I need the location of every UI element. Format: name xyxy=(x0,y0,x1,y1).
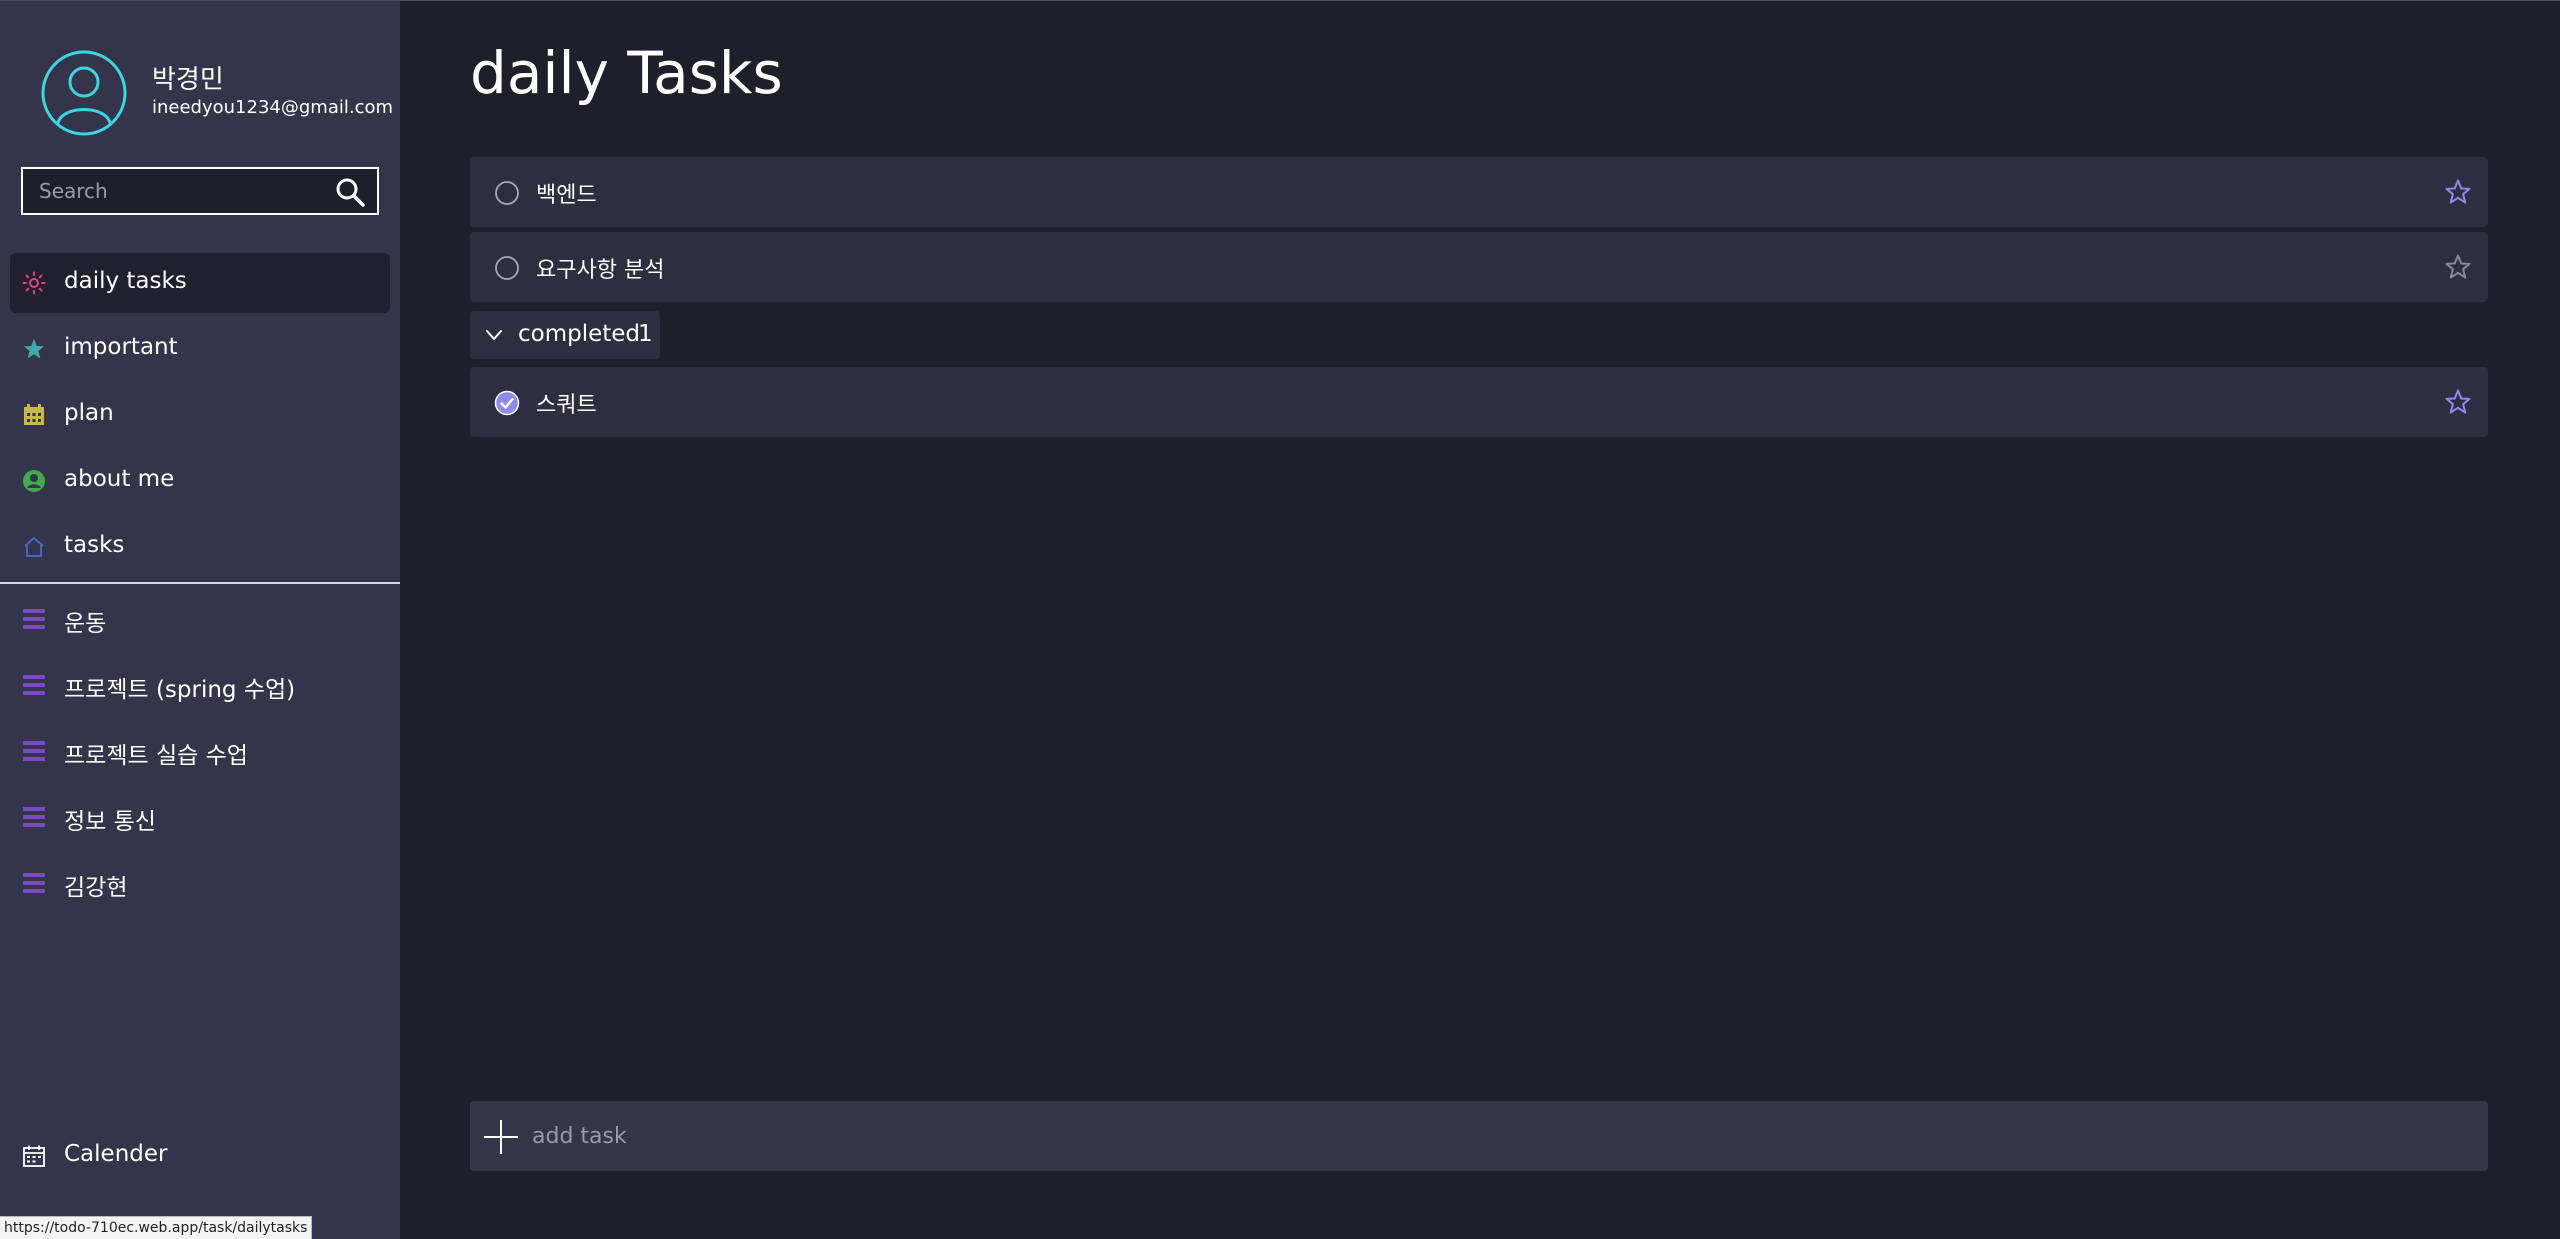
list-icon xyxy=(23,807,45,827)
star-outline-icon[interactable] xyxy=(2444,253,2472,281)
star-outline-icon[interactable] xyxy=(2444,178,2472,206)
calendar-grid-icon xyxy=(24,404,44,425)
status-bar-url: https://todo-710ec.web.app/task/dailytas… xyxy=(0,1216,313,1239)
list-icon xyxy=(23,873,45,893)
user-name: 박경민 xyxy=(152,65,224,95)
sidebar-item-label: 김강현 xyxy=(64,875,128,901)
sidebar-list-item[interactable]: 김강현 xyxy=(10,853,390,913)
task-label: 스쿼트 xyxy=(536,393,597,418)
search-icon[interactable] xyxy=(335,177,365,207)
task-label: 요구사항 분석 xyxy=(536,258,665,283)
checkbox-circle-icon[interactable] xyxy=(494,180,520,206)
completed-section-toggle[interactable]: completed 1 xyxy=(470,311,660,359)
chevron-down-icon xyxy=(486,330,502,340)
list-icon xyxy=(23,741,45,761)
sidebar-list-item[interactable]: 프로젝트 실습 수업 xyxy=(10,721,390,781)
checkbox-checked-icon[interactable] xyxy=(494,390,520,416)
sidebar-item-calendar[interactable]: Calender xyxy=(10,1126,390,1186)
sidebar-item-plan[interactable]: plan xyxy=(10,385,390,445)
search-box xyxy=(21,167,379,215)
sidebar-item-label: 정보 통신 xyxy=(64,809,156,835)
star-icon xyxy=(24,339,44,359)
user-email: ineedyou1234@gmail.com xyxy=(152,97,394,118)
avatar-icon[interactable] xyxy=(40,49,128,137)
star-outline-icon[interactable] xyxy=(2444,388,2472,416)
sidebar-item-label: tasks xyxy=(64,532,125,558)
search-input[interactable] xyxy=(23,169,339,213)
user-circle-icon xyxy=(23,470,45,492)
add-task-input[interactable] xyxy=(532,1101,2432,1171)
add-task-bar xyxy=(470,1101,2488,1171)
sidebar-item-tasks[interactable]: tasks xyxy=(10,517,390,577)
sidebar-list-item[interactable]: 운동 xyxy=(10,589,390,649)
sidebar-item-label: daily tasks xyxy=(64,268,187,294)
task-item-completed[interactable]: 스쿼트 xyxy=(470,367,2488,437)
sidebar-item-label: plan xyxy=(64,400,114,426)
sidebar-item-label: 프로젝트 실습 수업 xyxy=(64,743,248,769)
list-icon xyxy=(23,675,45,695)
sidebar-divider xyxy=(0,582,400,584)
task-item[interactable]: 백엔드 xyxy=(470,157,2488,227)
sidebar-item-label: about me xyxy=(64,466,175,492)
sidebar-list-item[interactable]: 정보 통신 xyxy=(10,787,390,847)
completed-label: completed xyxy=(518,321,641,347)
home-icon xyxy=(24,537,44,557)
sidebar-item-label: 운동 xyxy=(64,611,107,637)
sidebar-item-label: Calender xyxy=(64,1141,168,1167)
sidebar-item-daily-tasks[interactable]: daily tasks xyxy=(10,253,390,313)
task-item[interactable]: 요구사항 분석 xyxy=(470,232,2488,302)
list-icon xyxy=(23,609,45,629)
sun-icon xyxy=(22,271,46,295)
task-label: 백엔드 xyxy=(536,183,597,208)
sidebar-item-label: 프로젝트 (spring 수업) xyxy=(64,677,296,703)
plus-icon[interactable] xyxy=(482,1118,520,1156)
completed-count: 1 xyxy=(638,321,653,347)
checkbox-circle-icon[interactable] xyxy=(494,255,520,281)
page-title: daily Tasks xyxy=(470,39,783,107)
sidebar-list-item[interactable]: 프로젝트 (spring 수업) xyxy=(10,655,390,715)
sidebar: 박경민 ineedyou1234@gmail.com daily tasks i… xyxy=(0,0,400,1239)
calendar-icon xyxy=(23,1145,45,1167)
sidebar-item-label: important xyxy=(64,334,178,360)
sidebar-item-about-me[interactable]: about me xyxy=(10,451,390,511)
main-content: daily Tasks 백엔드 요구사항 분석 completed 1 스쿼트 xyxy=(400,0,2560,1239)
sidebar-item-important[interactable]: important xyxy=(10,319,390,379)
